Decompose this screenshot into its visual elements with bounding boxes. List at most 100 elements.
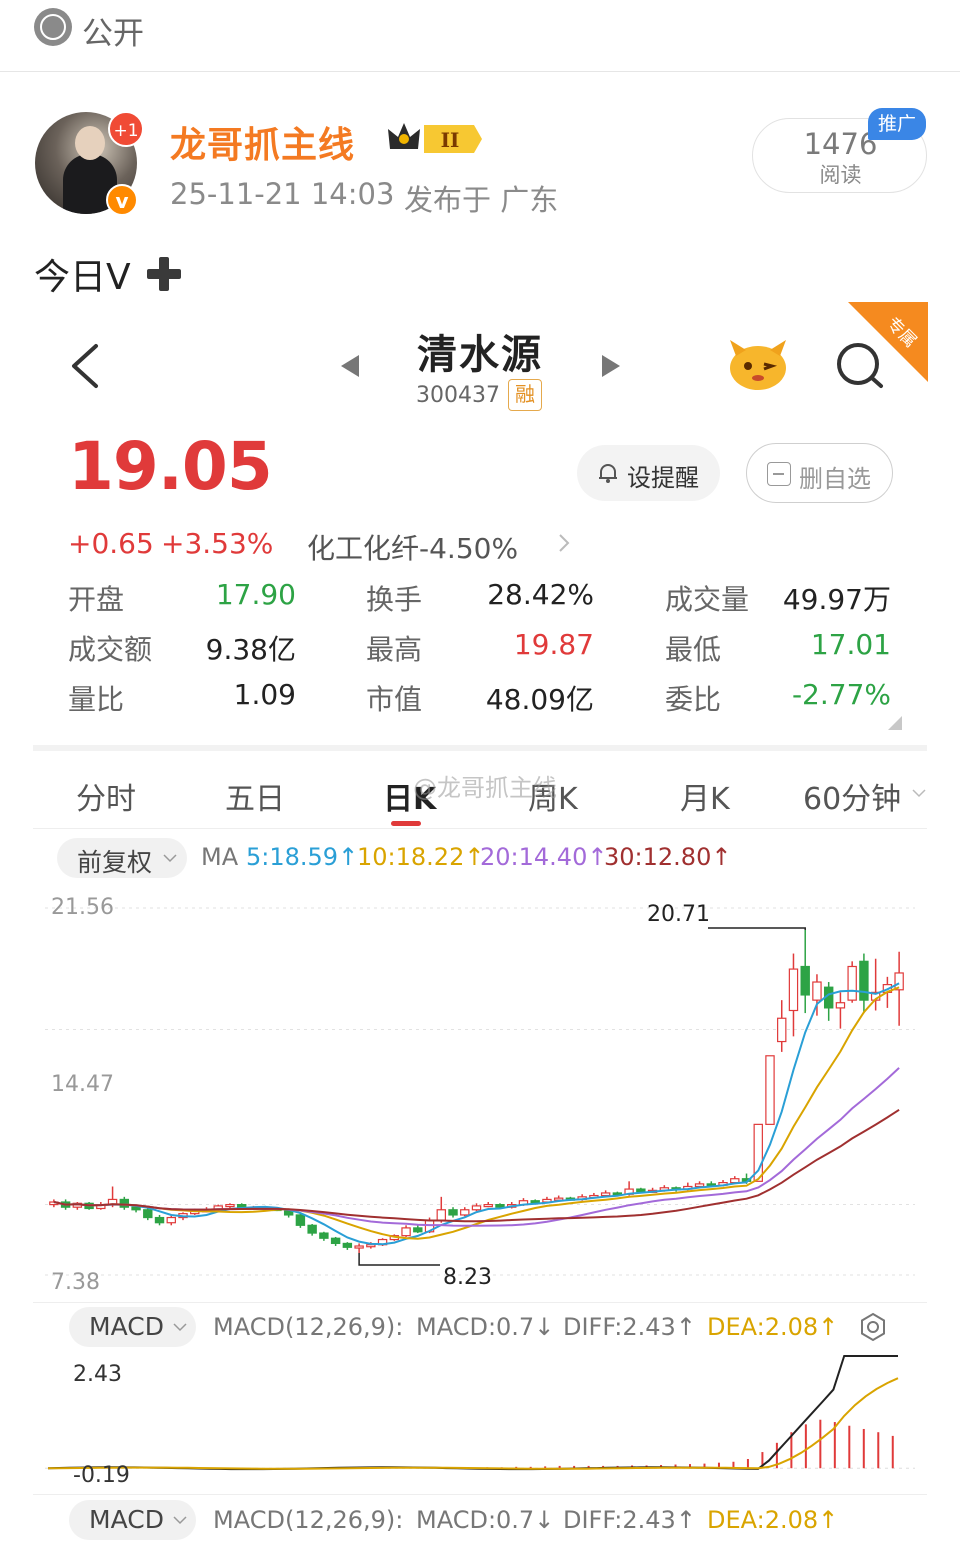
candle-body	[448, 1209, 458, 1216]
author-name[interactable]: 龙哥抓主线	[170, 116, 355, 168]
macd-divider-2	[33, 1494, 927, 1495]
quote-value: 1.09	[233, 678, 296, 711]
macd-params-2: MACD(12,26,9):	[213, 1506, 404, 1534]
quote-value: 19.87	[513, 628, 594, 661]
mascot-icon[interactable]	[726, 336, 790, 392]
candle-body	[859, 960, 869, 1001]
ma30-value: 30:12.80↑	[604, 843, 732, 871]
macd-selector[interactable]: MACD	[69, 1307, 196, 1347]
quote-label: 开盘	[68, 583, 125, 616]
macd-chart[interactable]	[0, 1352, 960, 1492]
stock-name: 清水源	[417, 332, 543, 378]
quote-label: 最高	[366, 633, 423, 666]
candle-body	[530, 1200, 540, 1204]
remove-watchlist-button[interactable]: 删自选	[746, 443, 893, 503]
candle-body	[600, 1192, 611, 1197]
sector-link[interactable]: 化工化纤-4.50%	[307, 527, 518, 567]
macd-selector-2[interactable]: MACD	[69, 1500, 196, 1540]
candle-body	[131, 1206, 141, 1211]
candle-body	[295, 1214, 306, 1226]
candle-body	[342, 1242, 353, 1248]
active-tab-indicator	[391, 821, 421, 826]
candle-body	[401, 1227, 411, 1237]
set-alert-label: 设提醒	[627, 464, 699, 492]
quote-value: 48.09亿	[485, 683, 594, 716]
kline-chart[interactable]	[0, 880, 960, 1300]
candle-body	[777, 1017, 787, 1043]
macd-axis-bottom: -0.19	[73, 1463, 130, 1488]
quote-label: 委比	[665, 683, 722, 716]
read-label: 阅读	[819, 163, 862, 187]
tab-1[interactable]: 五日	[225, 774, 285, 818]
candle-body	[471, 1205, 482, 1211]
ma20-value: 20:14.40↑	[480, 843, 608, 871]
candle-body	[413, 1227, 423, 1233]
macd-dea-2: DEA:2.08↑	[707, 1506, 839, 1534]
candle-body	[694, 1183, 705, 1188]
macd-axis-top: 2.43	[73, 1362, 122, 1387]
price-change: +0.65	[68, 527, 154, 560]
candle-body	[495, 1204, 505, 1208]
tab-4[interactable]: 月K	[680, 774, 730, 818]
ma-prefix: MA	[201, 843, 239, 871]
follow-count-badge: +1	[108, 111, 144, 147]
macd-diff: DIFF:2.43↑	[563, 1313, 696, 1341]
bell-icon	[599, 464, 617, 483]
quote-label: 市值	[366, 683, 423, 716]
current-price: 19.05	[68, 428, 273, 505]
plus-emoji-icon	[147, 257, 181, 291]
quote-label: 量比	[68, 683, 125, 716]
adjust-selector[interactable]: 前复权	[57, 838, 187, 878]
visibility-bar: 公开	[0, 0, 960, 72]
exclusive-corner-badge: 专属	[848, 302, 928, 382]
post-time: 25-11-21 14:03	[170, 177, 395, 211]
macd-diff-2: DIFF:2.43↑	[563, 1506, 696, 1534]
settings-icon[interactable]	[857, 1311, 889, 1343]
globe-icon	[34, 8, 72, 46]
quote-label: 成交额	[68, 633, 153, 666]
candle-body	[800, 965, 810, 996]
back-icon[interactable]	[66, 343, 106, 389]
candle-body	[366, 1244, 376, 1248]
macd-selector-label-2: MACD	[89, 1505, 164, 1534]
macd-dea: DEA:2.08↑	[707, 1313, 839, 1341]
dea-line	[48, 1377, 899, 1470]
crown-level-text: II	[441, 128, 460, 152]
candle-body	[894, 972, 904, 991]
tab-0[interactable]: 分时	[76, 774, 136, 818]
quote-label: 最低	[665, 633, 722, 666]
margin-tag: 融	[508, 379, 542, 411]
chevron-down-icon	[163, 854, 177, 863]
tab-5[interactable]: 60分钟	[803, 774, 901, 818]
low-marker-label: 8.23	[443, 1265, 492, 1290]
low-marker-line	[358, 1253, 440, 1266]
expand-corner-icon[interactable]	[888, 716, 902, 730]
chevron-right-icon[interactable]	[556, 532, 572, 554]
crown-level-icon: II	[388, 123, 482, 153]
promote-badge[interactable]: 推广	[868, 108, 926, 140]
next-stock-icon[interactable]	[600, 353, 622, 379]
chevron-down-icon	[173, 1516, 187, 1525]
diff-line	[47, 1355, 898, 1471]
candle-body	[483, 1204, 493, 1208]
chevron-down-icon[interactable]	[912, 788, 926, 798]
candle-body	[330, 1237, 341, 1245]
high-marker-line	[708, 927, 806, 930]
candle-body	[225, 1204, 235, 1208]
remove-watchlist-label: 删自选	[799, 465, 871, 493]
chevron-down-icon	[173, 1323, 187, 1332]
candle-body	[812, 981, 822, 1001]
kline-axis-top: 21.56	[51, 895, 114, 920]
quote-label: 换手	[366, 583, 423, 616]
prev-stock-icon[interactable]	[339, 353, 361, 379]
candle-body	[765, 1055, 775, 1125]
set-alert-button[interactable]: 设提醒	[577, 445, 720, 501]
macd-value-2: MACD:0.7↓	[416, 1506, 555, 1534]
quote-value: 17.01	[810, 628, 891, 661]
stock-code: 300437	[416, 383, 500, 408]
tab-divider	[33, 828, 927, 829]
candle-body	[354, 1245, 364, 1249]
section-divider	[33, 745, 927, 751]
post-text: 今日V	[34, 257, 131, 298]
candle-body	[730, 1178, 740, 1184]
